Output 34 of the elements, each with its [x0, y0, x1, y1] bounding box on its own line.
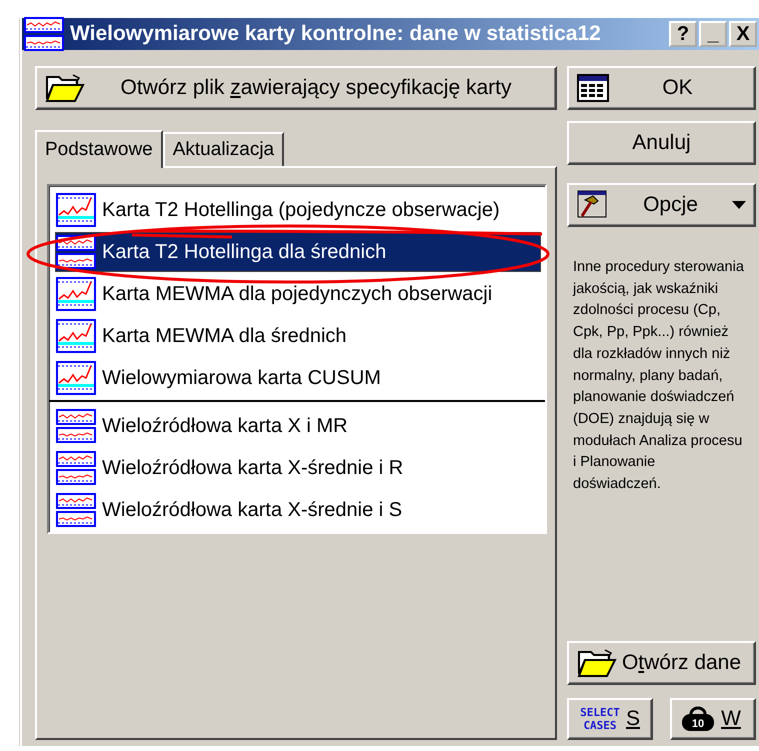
open-data-button[interactable]: Otwórz dane — [567, 641, 756, 685]
ok-button[interactable]: OK — [567, 66, 756, 110]
list-item[interactable]: Karta T2 Hotellinga dla średnich — [55, 232, 541, 272]
list-item[interactable]: Wieloźródłowa karta X i MR — [55, 406, 541, 446]
list-item[interactable]: Karta T2 Hotellinga (pojedyncze obserwacje) — [55, 190, 541, 230]
list-item[interactable]: Karta MEWMA dla średnich — [55, 316, 541, 356]
line-chart-icon — [56, 277, 96, 311]
line-chart-icon — [56, 361, 96, 395]
window-title: Wielowymiarowe karty kontrolne: dane w statistica12 — [70, 22, 601, 46]
tab[interactable]: Aktualizacja — [162, 132, 284, 166]
list-item[interactable]: Wielowymiarowa karta CUSUM — [55, 358, 541, 398]
list-item[interactable]: Wieloźródłowa karta X-średnie i R — [55, 448, 541, 488]
hammer-icon — [577, 190, 609, 220]
options-button[interactable]: Opcje — [567, 183, 756, 227]
list-item[interactable]: Karta MEWMA dla pojedynczych obserwacji — [55, 274, 541, 314]
line-chart-icon — [56, 193, 96, 227]
folder-icon — [577, 648, 617, 678]
chart-pair-icon — [56, 451, 96, 485]
weight-button[interactable]: 10 W — [670, 698, 756, 740]
folder-icon — [45, 73, 85, 103]
chart-pair-icon — [56, 409, 96, 443]
help-button[interactable]: ? — [669, 21, 697, 47]
close-button[interactable]: X — [729, 21, 757, 47]
open-file-button[interactable]: Otwórz plik zawierający specyfikację karty — [35, 66, 557, 110]
tab[interactable]: Podstawowe — [35, 130, 163, 168]
cancel-button[interactable]: Anuluj — [567, 121, 756, 165]
chart-pair-icon — [56, 493, 96, 527]
list-item[interactable]: Wieloźródłowa karta X-średnie i S — [55, 490, 541, 530]
chart-pair-icon — [56, 235, 96, 269]
table-icon — [577, 74, 609, 102]
minimize-button[interactable]: _ — [699, 21, 727, 47]
dropdown-arrow-icon — [732, 201, 746, 209]
info-text: Inne procedury sterowania jakością, jak wskaźniki zdolności procesu (Cp, Cpk, Pp, Ppk...) również dla rozkładów innych niż normalny, plany badań, planowanie doświadczeń (DOE) znajdują się w modułach Analiza procesu i Planowanie doświadczeń. — [573, 258, 745, 494]
line-chart-icon — [56, 319, 96, 353]
